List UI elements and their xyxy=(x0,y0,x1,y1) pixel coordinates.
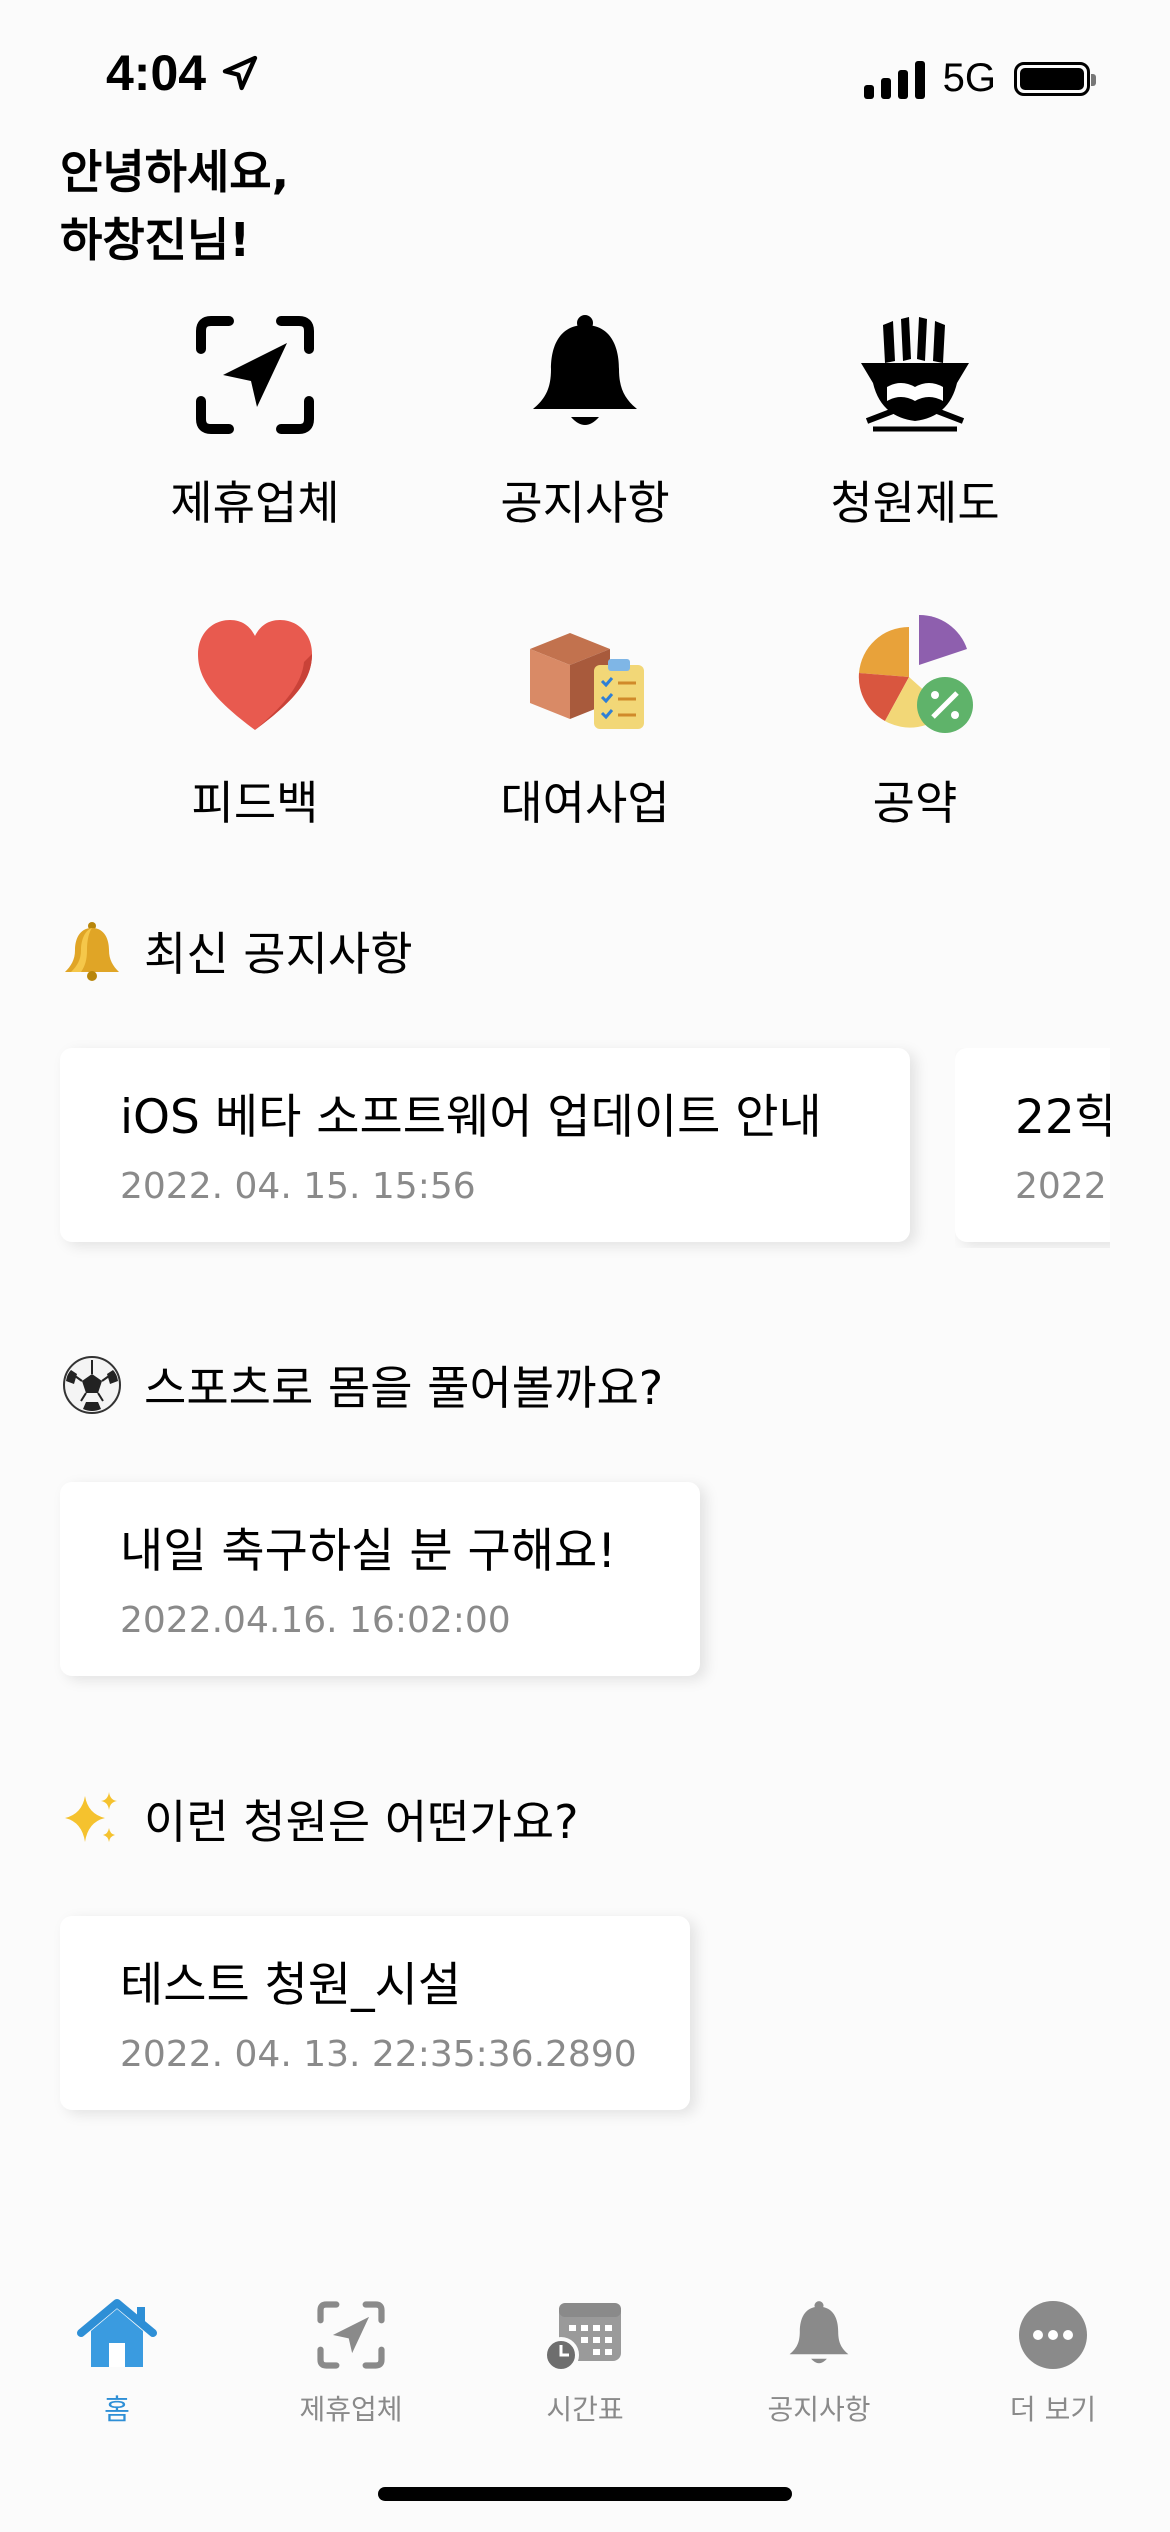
section-notices-title: 최신 공지사항 xyxy=(60,918,413,984)
notice-date: 2022. xyxy=(1015,1166,1110,1207)
section-sports-title: 스포츠로 몸을 풀어볼까요? xyxy=(60,1352,663,1418)
tab-label: 제휴업체 xyxy=(299,2393,403,2426)
greeting: 안녕하세요, 하창진님! xyxy=(60,138,289,274)
menu-petition[interactable]: 청원제도 xyxy=(755,305,1075,533)
section-title-text: 이런 청원은 어떤가요? xyxy=(144,1795,579,1849)
tab-label: 더 보기 xyxy=(1009,2393,1097,2426)
network-label: 5G xyxy=(942,56,996,100)
section-title-text: 스포츠로 몸을 풀어볼까요? xyxy=(144,1361,664,1415)
location-arrow-icon xyxy=(222,55,258,91)
menu-partner[interactable]: 제휴업체 xyxy=(95,305,415,533)
signal-icon xyxy=(863,59,925,99)
sports-post-date: 2022.04.16. 16:02:00 xyxy=(120,1600,511,1641)
bell-emoji-icon xyxy=(65,922,119,981)
notice-card[interactable]: iOS 베타 소프트웨어 업데이트 안내 2022. 04. 15. 15:56 xyxy=(60,1048,910,1242)
petition-book-icon xyxy=(861,317,969,432)
rental-box-icon xyxy=(530,633,644,729)
notice-card-clip: 22학 2022. xyxy=(955,1048,1110,1248)
section-title-text: 최신 공지사항 xyxy=(144,927,413,981)
more-icon xyxy=(1019,2301,1087,2369)
greeting-line-1: 안녕하세요, xyxy=(60,145,290,199)
sports-post-title: 내일 축구하실 분 구해요! xyxy=(120,1524,617,1579)
tab-label: 공지사항 xyxy=(767,2393,871,2426)
battery-icon xyxy=(1014,61,1096,96)
menu-label: 공약 xyxy=(872,776,958,830)
menu-rental[interactable]: 대여사업 xyxy=(425,605,745,833)
notice-title: 22학 xyxy=(1015,1090,1110,1145)
tab-notice[interactable]: 공지사항 xyxy=(702,2290,936,2440)
sports-card[interactable]: 내일 축구하실 분 구해요! 2022.04.16. 16:02:00 xyxy=(60,1482,700,1676)
status-time: 4:04 xyxy=(106,44,260,102)
section-petitions-title: 이런 청원은 어떤가요? xyxy=(60,1786,579,1852)
partner-location-icon xyxy=(317,2301,385,2369)
tab-more[interactable]: 더 보기 xyxy=(936,2290,1170,2440)
petition-title: 테스트 청원_시설 xyxy=(120,1958,462,2013)
menu-label: 공지사항 xyxy=(500,476,670,530)
tab-timetable[interactable]: 시간표 xyxy=(468,2290,702,2440)
sparkles-icon xyxy=(65,1792,117,1842)
notice-date: 2022. 04. 15. 15:56 xyxy=(120,1166,476,1207)
home-indicator xyxy=(378,2487,792,2501)
tab-home[interactable]: 홈 xyxy=(0,2290,234,2440)
bell-icon xyxy=(789,2301,849,2364)
status-indicators: 5G xyxy=(863,56,1096,101)
tab-label: 시간표 xyxy=(546,2393,624,2426)
menu-label: 청원제도 xyxy=(830,476,1000,530)
menu-notice[interactable]: 공지사항 xyxy=(425,305,745,533)
calendar-clock-icon xyxy=(543,2303,621,2373)
tab-label: 홈 xyxy=(104,2393,130,2426)
tab-bar: 홈 제휴업체 시간표 공지사항 더 보기 xyxy=(0,2290,1170,2440)
time-text: 4:04 xyxy=(106,45,207,101)
tab-partner[interactable]: 제휴업체 xyxy=(234,2290,468,2440)
menu-label: 제휴업체 xyxy=(170,476,340,530)
notice-card[interactable]: 22학 2022. xyxy=(955,1048,1110,1242)
bell-icon xyxy=(533,315,637,425)
pie-chart-percent-icon xyxy=(858,614,973,733)
greeting-line-2: 하창진님! xyxy=(60,213,251,267)
menu-pledge[interactable]: 공약 xyxy=(755,605,1075,833)
menu-label: 대여사업 xyxy=(500,776,670,830)
notice-title: iOS 베타 소프트웨어 업데이트 안내 xyxy=(120,1090,822,1145)
petition-date: 2022. 04. 13. 22:35:36.2890 xyxy=(120,2034,637,2075)
menu-label: 피드백 xyxy=(191,776,319,830)
home-icon xyxy=(77,2299,157,2367)
partner-location-icon xyxy=(196,316,314,434)
heart-icon xyxy=(198,620,312,730)
soccer-ball-icon xyxy=(63,1356,121,1414)
menu-feedback[interactable]: 피드백 xyxy=(95,605,415,833)
petition-card[interactable]: 테스트 청원_시설 2022. 04. 13. 22:35:36.2890 xyxy=(60,1916,690,2110)
